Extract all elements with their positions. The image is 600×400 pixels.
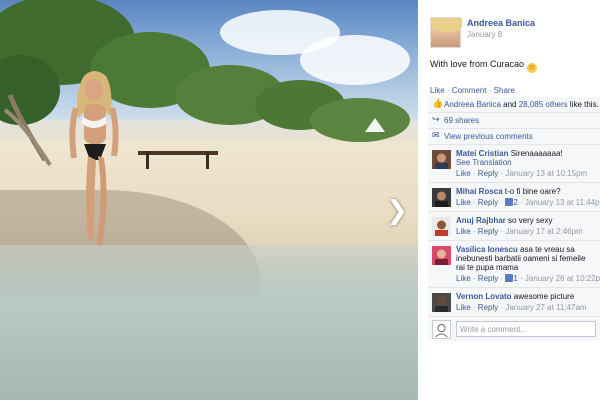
comment-timestamp[interactable]: January 26 at 10:22pm	[525, 274, 600, 283]
comment-reply-link[interactable]: Reply	[478, 227, 498, 236]
post-actions: Like · Comment · Share	[430, 86, 515, 95]
thumbs-up-icon: 👍	[432, 99, 444, 109]
view-previous-comments-link[interactable]: View previous comments	[444, 132, 533, 141]
comment-like-link[interactable]: Like	[456, 274, 471, 283]
comment-like-count[interactable]: 1	[513, 274, 517, 283]
feedback-panel: 👍 Andreea Banica and 28,085 others like …	[428, 97, 600, 341]
comment-action-link[interactable]: Comment	[452, 86, 487, 95]
commenter-avatar[interactable]	[432, 293, 451, 312]
comment-text: Sirenaaaaaaa!	[510, 149, 563, 158]
likes-others-link[interactable]: 28,085 others	[519, 100, 568, 109]
comment-author-link[interactable]: Anuj Rajbhar	[456, 216, 506, 225]
photo-viewer[interactable]: ❯	[0, 0, 418, 400]
shares-link[interactable]: 69 shares	[444, 116, 479, 125]
comment-reply-link[interactable]: Reply	[478, 303, 498, 312]
comment-item: Mihai Rosca t-o fi bine oare? Like · Rep…	[428, 183, 600, 212]
like-action-link[interactable]: Like	[430, 86, 445, 95]
comment-reply-link[interactable]: Reply	[478, 274, 498, 283]
comment-input[interactable]	[456, 321, 596, 337]
comment-like-link[interactable]: Like	[456, 169, 471, 178]
commenter-avatar[interactable]	[432, 188, 451, 207]
comment-author-link[interactable]: Matei Cristian	[456, 149, 508, 158]
see-translation-link[interactable]: See Translation	[456, 158, 596, 167]
comment-reply-link[interactable]: Reply	[478, 169, 498, 178]
picnic-table	[138, 145, 218, 169]
comment-author-link[interactable]: Mihai Rosca	[456, 187, 503, 196]
likes-summary: 👍 Andreea Banica and 28,085 others like …	[428, 97, 600, 113]
comment-like-link[interactable]: Like	[456, 227, 471, 236]
action-separator: ·	[488, 86, 492, 95]
share-icon: ↪	[432, 115, 440, 125]
comment-like-link[interactable]: Like	[456, 198, 471, 207]
comment-icon: ✉	[432, 131, 440, 141]
write-comment-row	[428, 317, 600, 341]
comment-item: Anuj Rajbhar so very sexy Like · Reply ·…	[428, 212, 600, 241]
comment-author-link[interactable]: Vernon Lovato	[456, 292, 512, 301]
commenter-avatar[interactable]	[432, 217, 451, 236]
comment-meta: Like · Reply · 1 · January 26 at 10:22pm	[456, 274, 600, 283]
comment-reply-link[interactable]: Reply	[478, 198, 498, 207]
current-user-avatar	[432, 320, 451, 339]
shares-summary: ↪ 69 shares	[428, 113, 600, 129]
comment-item: Vernon Lovato awesome picture Like · Rep…	[428, 288, 600, 317]
photo-water	[0, 245, 418, 400]
photo-person	[69, 71, 119, 246]
action-separator: ·	[446, 86, 450, 95]
author-avatar[interactable]	[430, 17, 462, 48]
likes-and-text: and	[500, 100, 519, 109]
likes-name-link[interactable]: Andreea Banica	[444, 100, 501, 109]
smiley-emoticon-icon: ☺	[526, 63, 537, 73]
comment-like-count[interactable]: 2	[513, 198, 517, 207]
author-name-link[interactable]: Andreea Banica	[467, 18, 535, 28]
comment-meta: Like · Reply · January 27 at 11:47am	[456, 303, 587, 312]
post-date-link[interactable]: January 8	[467, 30, 502, 39]
comment-author-link[interactable]: Vasilica Ionescu	[456, 245, 518, 254]
next-photo-chevron-icon[interactable]: ❯	[385, 196, 409, 226]
comment-text: so very sexy	[508, 216, 553, 225]
comment-timestamp[interactable]: January 13 at 11:44pm	[525, 198, 600, 207]
caption-text: With love from Curacao	[430, 59, 525, 69]
comment-text: t-o fi bine oare?	[504, 187, 561, 196]
comment-timestamp[interactable]: January 13 at 10:15pm	[505, 169, 587, 178]
comment-meta: Like · Reply · January 13 at 10:15pm	[456, 169, 588, 178]
post-sidebar: Andreea Banica January 8 With love from …	[418, 0, 600, 400]
share-action-link[interactable]: Share	[494, 86, 515, 95]
comment-item: Vasilica Ionescu asa te vreau sa inebune…	[428, 241, 600, 288]
comment-timestamp[interactable]: January 27 at 11:47am	[505, 303, 586, 312]
commenter-avatar[interactable]	[432, 246, 451, 265]
likes-suffix-text: like this.	[567, 100, 599, 109]
view-previous-row: ✉ View previous comments	[428, 129, 600, 145]
comment-text: awesome picture	[513, 292, 575, 301]
comment-item: Matei Cristian Sirenaaaaaaa! See Transla…	[428, 145, 600, 183]
comment-meta: Like · Reply · January 17 at 2:46pm	[456, 227, 583, 236]
post-caption: With love from Curacao ☺	[430, 59, 537, 73]
comment-meta: Like · Reply · 2 · January 13 at 11:44pm	[456, 198, 600, 207]
comment-like-link[interactable]: Like	[456, 303, 471, 312]
comment-timestamp[interactable]: January 17 at 2:46pm	[505, 227, 582, 236]
commenter-avatar[interactable]	[432, 150, 451, 169]
